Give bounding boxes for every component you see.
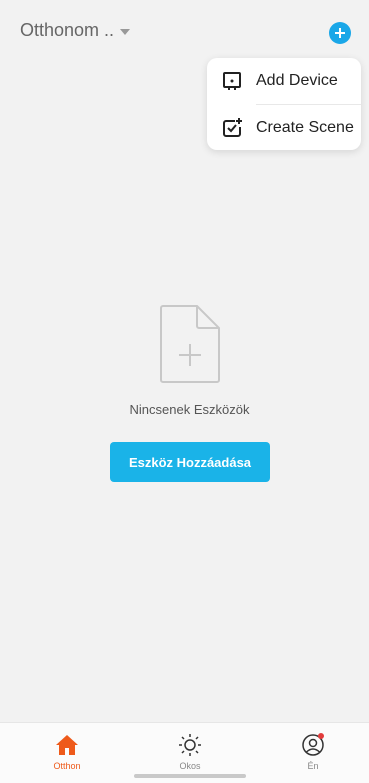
tab-label: Okos xyxy=(179,761,201,771)
notification-dot xyxy=(318,733,324,739)
profile-icon xyxy=(302,733,324,756)
home-icon xyxy=(56,735,78,755)
add-document-icon xyxy=(160,305,220,383)
tab-otthon[interactable]: Otthon xyxy=(37,729,97,773)
home-name: Otthonom .. xyxy=(20,20,115,40)
add-button[interactable] xyxy=(329,22,351,44)
home-selector[interactable]: Otthonom .. xyxy=(20,20,131,41)
device-icon xyxy=(223,72,241,90)
tab-label: Otthon xyxy=(53,761,81,771)
tab-okos[interactable]: Okos xyxy=(160,729,220,773)
menu-item-add-device[interactable]: Add Device xyxy=(207,58,361,104)
add-popup-menu: Add Device Create Scene xyxy=(207,58,361,150)
tab-label: Én xyxy=(307,761,319,771)
home-indicator xyxy=(134,774,246,778)
plus-icon-vertical xyxy=(339,28,341,38)
sun-icon xyxy=(179,734,201,756)
scene-check-icon xyxy=(223,118,242,137)
add-device-button[interactable]: Eszköz Hozzáadása xyxy=(110,442,270,482)
menu-item-label: Add Device xyxy=(256,72,338,89)
menu-item-label: Create Scene xyxy=(256,119,354,136)
dropdown-caret-icon xyxy=(120,28,131,35)
top-bar: Otthonom .. xyxy=(0,0,369,64)
menu-item-create-scene[interactable]: Create Scene xyxy=(207,105,361,150)
empty-message: Nincsenek Eszközök xyxy=(129,402,250,417)
tab-en[interactable]: Én xyxy=(283,729,343,773)
